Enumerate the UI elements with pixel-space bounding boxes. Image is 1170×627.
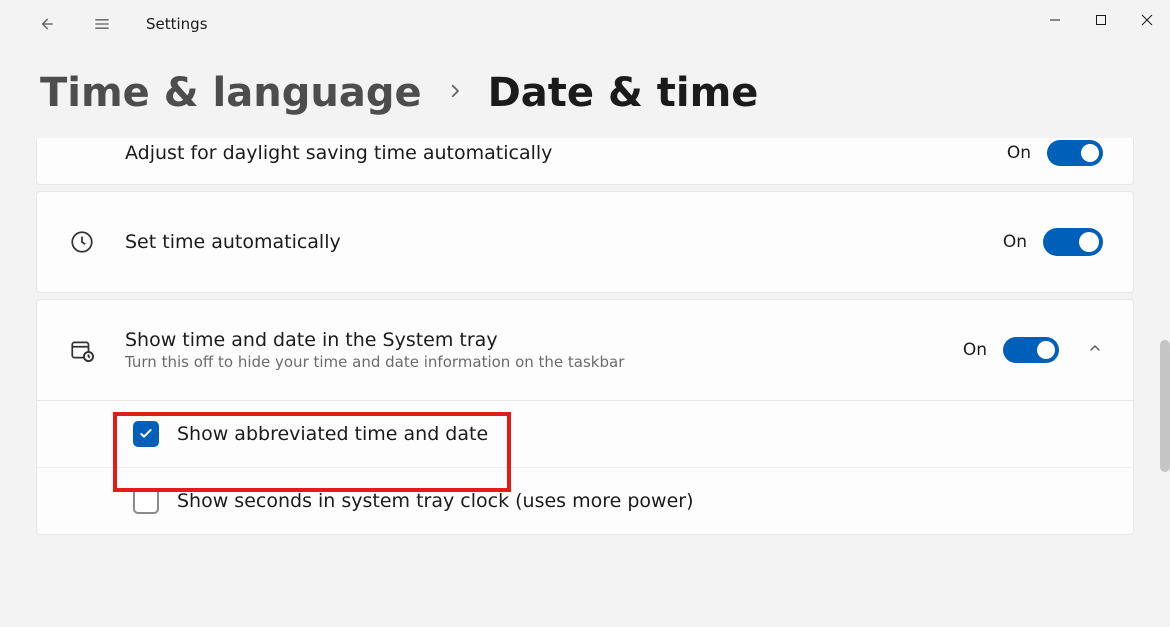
toggle-state-label: On xyxy=(963,340,987,360)
toggle-dst[interactable] xyxy=(1047,140,1103,166)
setting-row-systray[interactable]: Show time and date in the System tray Tu… xyxy=(37,300,1133,400)
breadcrumb-parent[interactable]: Time & language xyxy=(40,70,422,116)
toggle-state-label: On xyxy=(1003,232,1027,252)
close-button[interactable] xyxy=(1124,0,1170,40)
setting-card-auto-time: Set time automatically On xyxy=(36,191,1134,293)
chevron-up-icon[interactable] xyxy=(1075,340,1103,360)
setting-row-dst: Adjust for daylight saving time automati… xyxy=(37,138,1133,184)
window-title: Settings xyxy=(146,15,208,33)
sub-row-abbreviated[interactable]: Show abbreviated time and date xyxy=(37,401,1133,468)
toggle-systray[interactable] xyxy=(1003,337,1059,363)
setting-row-auto-time: Set time automatically On xyxy=(37,192,1133,292)
setting-title: Adjust for daylight saving time automati… xyxy=(125,142,552,164)
minimize-button[interactable] xyxy=(1032,0,1078,40)
setting-subtitle: Turn this off to hide your time and date… xyxy=(125,353,624,371)
checkbox-seconds[interactable] xyxy=(133,488,159,514)
setting-title: Show time and date in the System tray xyxy=(125,329,624,351)
systray-sub-settings: Show abbreviated time and date Show seco… xyxy=(37,400,1133,534)
setting-card-systray: Show time and date in the System tray Tu… xyxy=(36,299,1134,535)
back-button[interactable] xyxy=(28,6,64,42)
calendar-clock-icon xyxy=(67,337,97,363)
setting-title: Set time automatically xyxy=(125,231,341,253)
sub-label: Show seconds in system tray clock (uses … xyxy=(177,490,694,512)
maximize-button[interactable] xyxy=(1078,0,1124,40)
title-bar: Settings xyxy=(0,0,1170,48)
breadcrumb: Time & language Date & time xyxy=(0,48,1170,138)
breadcrumb-current: Date & time xyxy=(488,70,759,116)
sub-label: Show abbreviated time and date xyxy=(177,423,488,445)
sub-row-seconds[interactable]: Show seconds in system tray clock (uses … xyxy=(37,468,1133,534)
toggle-auto-time[interactable] xyxy=(1043,228,1103,256)
checkbox-abbreviated[interactable] xyxy=(133,421,159,447)
scrollbar-thumb[interactable] xyxy=(1160,340,1170,472)
setting-card-dst: Adjust for daylight saving time automati… xyxy=(36,138,1134,185)
clock-icon xyxy=(67,229,97,255)
window-controls xyxy=(1032,0,1170,40)
menu-button[interactable] xyxy=(84,6,120,42)
title-bar-left: Settings xyxy=(0,6,208,42)
content-area: Adjust for daylight saving time automati… xyxy=(0,138,1170,535)
chevron-right-icon xyxy=(446,82,464,104)
toggle-state-label: On xyxy=(1007,143,1031,163)
